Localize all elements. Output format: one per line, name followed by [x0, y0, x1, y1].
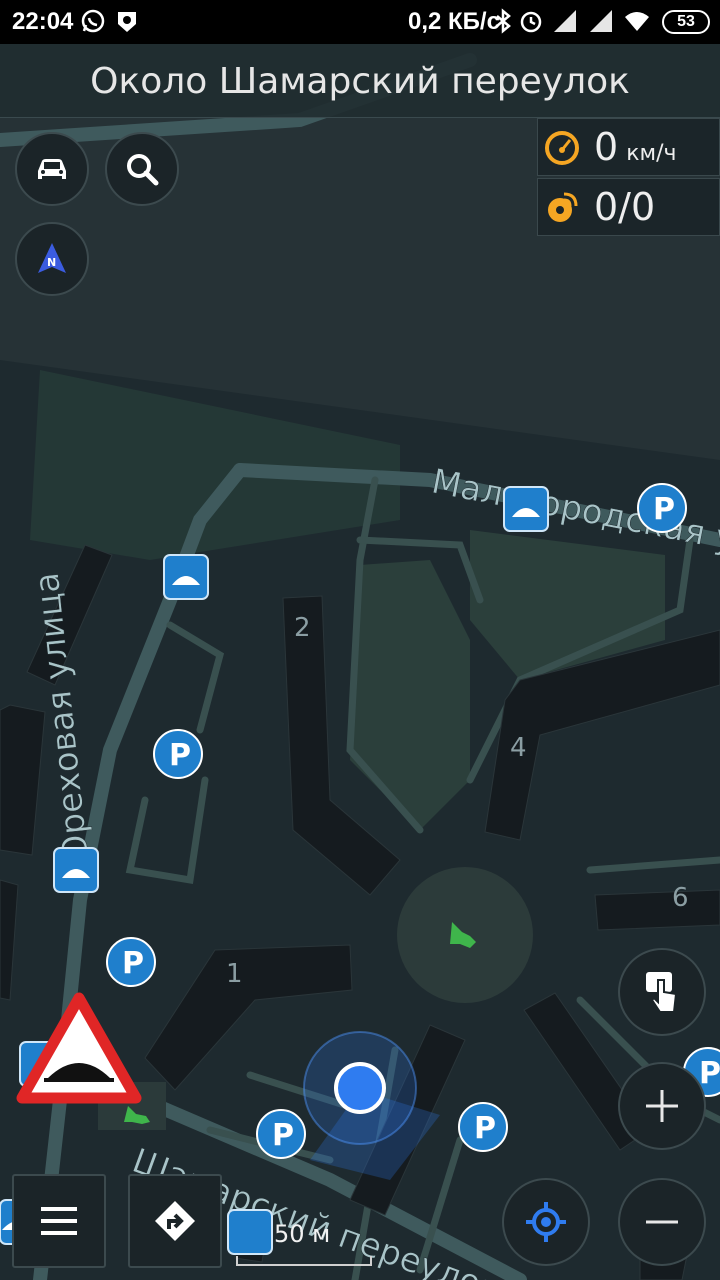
- route-icon: [155, 1201, 195, 1241]
- speed-panel: 0 км/ч: [537, 118, 720, 176]
- house-number: 6: [672, 883, 689, 913]
- battery-icon: 53: [662, 10, 710, 34]
- map-scale-bar: [236, 1256, 372, 1266]
- satellite-value: 0/0: [594, 185, 656, 229]
- navigation-screen: { "status_bar": { "time": "22:04", "netw…: [0, 0, 720, 1280]
- svg-text:P: P: [169, 738, 191, 773]
- interaction-mode-button[interactable]: [618, 948, 706, 1036]
- svg-text:P: P: [699, 1056, 720, 1091]
- whatsapp-icon: [81, 9, 105, 33]
- bluetooth-icon: [496, 8, 511, 34]
- house-number: 2: [294, 613, 311, 643]
- route-button[interactable]: [128, 1174, 222, 1268]
- minus-icon: [646, 1220, 678, 1224]
- current-address: Около Шамарский переулок: [0, 44, 720, 118]
- status-time: 22:04: [12, 8, 74, 35]
- search-icon: [127, 154, 159, 186]
- app-icon: [118, 12, 136, 32]
- wifi-icon: [625, 12, 649, 31]
- svg-text:P: P: [122, 946, 144, 981]
- menu-icon: [41, 1207, 77, 1235]
- svg-text:N: N: [47, 256, 56, 269]
- speed-unit: км/ч: [626, 141, 677, 166]
- compass-icon: N: [38, 243, 66, 273]
- locate-icon: [526, 1202, 566, 1242]
- my-location-button[interactable]: [502, 1178, 590, 1266]
- satellite-icon: [548, 192, 578, 222]
- search-button[interactable]: [105, 132, 179, 206]
- satellite-panel: 0/0: [537, 178, 720, 236]
- alarm-icon: [520, 11, 542, 33]
- map-scale-label: 50 м: [274, 1220, 331, 1248]
- zoom-out-button[interactable]: [618, 1178, 706, 1266]
- svg-text:P: P: [474, 1111, 496, 1146]
- speed-bump-warning-icon: [16, 992, 142, 1104]
- status-bar: 22:04 0,2 КБ/с 53: [0, 0, 720, 44]
- speedometer-icon: [545, 131, 579, 165]
- vehicle-button[interactable]: [15, 132, 89, 206]
- svg-text:P: P: [272, 1118, 294, 1153]
- network-speed: 0,2 КБ/с: [408, 8, 500, 35]
- current-position-marker: [334, 1062, 386, 1114]
- plus-icon: [646, 1090, 678, 1122]
- house-number: 4: [510, 733, 527, 763]
- speed-value: 0: [594, 125, 619, 169]
- menu-button[interactable]: [12, 1174, 106, 1268]
- svg-text:P: P: [653, 492, 675, 527]
- zoom-in-button[interactable]: [618, 1062, 706, 1150]
- signal-icon: [590, 10, 612, 32]
- car-icon: [38, 159, 66, 179]
- compass-button[interactable]: N: [15, 222, 89, 296]
- house-number: 1: [226, 959, 243, 989]
- hand-icon: [646, 972, 678, 1013]
- signal-icon: [554, 10, 576, 32]
